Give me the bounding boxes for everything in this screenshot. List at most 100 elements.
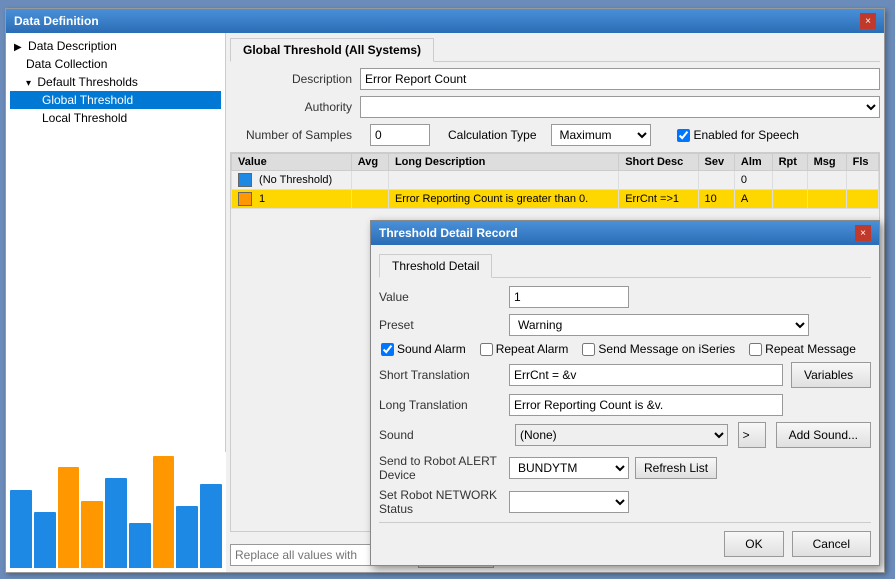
- modal-tab-bar: Threshold Detail: [379, 253, 871, 278]
- table-row[interactable]: 1 Error Reporting Count is greater than …: [232, 190, 879, 209]
- row1-alm: 0: [734, 171, 772, 190]
- description-label: Description: [230, 72, 360, 86]
- tab-global-threshold[interactable]: Global Threshold (All Systems): [230, 38, 434, 62]
- expand-icon-2: ▾: [26, 78, 31, 89]
- description-input[interactable]: [360, 68, 880, 90]
- bar-6: [129, 523, 151, 568]
- sound-play-button[interactable]: >: [738, 422, 766, 448]
- short-trans-label: Short Translation: [379, 368, 509, 382]
- robot-network-select[interactable]: [509, 491, 629, 513]
- modal-bottom-row: OK Cancel: [379, 522, 871, 557]
- sidebar-item-default-thresholds[interactable]: ▾ Default Thresholds: [10, 73, 221, 91]
- table-header-row: Value Avg Long Description Short Desc Se…: [232, 154, 879, 171]
- modal-preset-select[interactable]: Warning Critical Informational None: [509, 314, 809, 336]
- modal-value-input[interactable]: [509, 286, 629, 308]
- sound-alarm-checkbox[interactable]: [381, 343, 394, 356]
- modal-content: Threshold Detail Value Preset Warning Cr…: [371, 245, 879, 565]
- col-fls: Fls: [846, 154, 878, 171]
- threshold-table: Value Avg Long Description Short Desc Se…: [231, 153, 879, 209]
- bar-1: [10, 490, 32, 568]
- row2-avg: [351, 190, 388, 209]
- calc-type-select[interactable]: Maximum Minimum Average: [551, 124, 651, 146]
- bar-8: [176, 506, 198, 568]
- robot-alert-row: Send to Robot ALERT Device BUNDYTM Refre…: [379, 454, 871, 482]
- repeat-alarm-checkbox[interactable]: [480, 343, 493, 356]
- row2-color-indicator: [238, 192, 252, 206]
- long-trans-label: Long Translation: [379, 398, 509, 412]
- chart-area: [6, 452, 226, 572]
- row2-rpt: [772, 190, 807, 209]
- col-msg: Msg: [807, 154, 846, 171]
- bar-7: [153, 456, 175, 568]
- main-close-button[interactable]: ×: [860, 13, 876, 29]
- sound-select[interactable]: (None): [515, 424, 728, 446]
- col-long-desc: Long Description: [388, 154, 618, 171]
- row2-long-desc: Error Reporting Count is greater than 0.: [388, 190, 618, 209]
- sound-row: Sound (None) > Add Sound...: [379, 422, 871, 448]
- modal-preset-label: Preset: [379, 318, 509, 332]
- table-row[interactable]: (No Threshold) 0: [232, 171, 879, 190]
- row1-fls: [846, 171, 878, 190]
- add-sound-button[interactable]: Add Sound...: [776, 422, 871, 448]
- modal-close-button[interactable]: ×: [855, 225, 871, 241]
- col-short-desc: Short Desc: [619, 154, 698, 171]
- bar-4: [81, 501, 103, 568]
- row1-value: (No Threshold): [232, 171, 352, 190]
- main-titlebar: Data Definition ×: [6, 9, 884, 33]
- cancel-button[interactable]: Cancel: [792, 531, 871, 557]
- samples-input[interactable]: [370, 124, 430, 146]
- refresh-button[interactable]: Refresh List: [635, 457, 717, 479]
- tab-bar: Global Threshold (All Systems): [230, 37, 880, 62]
- modal-window: Threshold Detail Record × Threshold Deta…: [370, 220, 880, 566]
- modal-tab-threshold-detail[interactable]: Threshold Detail: [379, 254, 492, 278]
- row1-msg: [807, 171, 846, 190]
- robot-alert-select[interactable]: BUNDYTM: [509, 457, 629, 479]
- row2-alm: A: [734, 190, 772, 209]
- row1-long-desc: [388, 171, 618, 190]
- modal-title: Threshold Detail Record: [379, 226, 518, 240]
- variables-button[interactable]: Variables: [791, 362, 871, 388]
- sidebar-item-global-threshold[interactable]: Global Threshold: [10, 91, 221, 109]
- enabled-speech-label: Enabled for Speech: [677, 128, 799, 142]
- repeat-message-label: Repeat Message: [749, 342, 856, 356]
- row1-avg: [351, 171, 388, 190]
- description-row: Description: [230, 68, 880, 90]
- ok-button[interactable]: OK: [724, 531, 783, 557]
- col-rpt: Rpt: [772, 154, 807, 171]
- row1-short-desc: [619, 171, 698, 190]
- samples-label: Number of Samples: [230, 128, 360, 142]
- row2-sev: 10: [698, 190, 734, 209]
- robot-network-label: Set Robot NETWORK Status: [379, 488, 509, 516]
- long-trans-row: Long Translation: [379, 394, 871, 416]
- calc-type-label: Calculation Type: [448, 128, 537, 142]
- sidebar-item-local-threshold[interactable]: Local Threshold: [10, 109, 221, 127]
- authority-select[interactable]: [360, 96, 880, 118]
- repeat-message-checkbox[interactable]: [749, 343, 762, 356]
- robot-network-row: Set Robot NETWORK Status: [379, 488, 871, 516]
- row2-fls: [846, 190, 878, 209]
- row1-sev: [698, 171, 734, 190]
- sidebar-item-data-collection[interactable]: Data Collection: [10, 55, 221, 73]
- sidebar-item-data-description[interactable]: ▶ Data Description: [10, 37, 221, 55]
- modal-titlebar: Threshold Detail Record ×: [371, 221, 879, 245]
- col-avg: Avg: [351, 154, 388, 171]
- long-trans-input[interactable]: [509, 394, 783, 416]
- row1-rpt: [772, 171, 807, 190]
- bar-9: [200, 484, 222, 568]
- bar-3: [58, 467, 80, 568]
- send-message-label: Send Message on iSeries: [582, 342, 735, 356]
- send-message-checkbox[interactable]: [582, 343, 595, 356]
- enabled-speech-checkbox[interactable]: [677, 129, 690, 142]
- modal-preset-row: Preset Warning Critical Informational No…: [379, 314, 871, 336]
- repeat-alarm-label: Repeat Alarm: [480, 342, 569, 356]
- short-trans-input[interactable]: [509, 364, 783, 386]
- calc-row: Number of Samples Calculation Type Maxim…: [230, 124, 880, 146]
- sound-alarm-label: Sound Alarm: [381, 342, 466, 356]
- col-alm: Alm: [734, 154, 772, 171]
- col-sev: Sev: [698, 154, 734, 171]
- bar-5: [105, 478, 127, 568]
- short-trans-row: Short Translation Variables: [379, 362, 871, 388]
- bar-2: [34, 512, 56, 568]
- expand-icon: ▶: [14, 42, 22, 53]
- robot-alert-label: Send to Robot ALERT Device: [379, 454, 509, 482]
